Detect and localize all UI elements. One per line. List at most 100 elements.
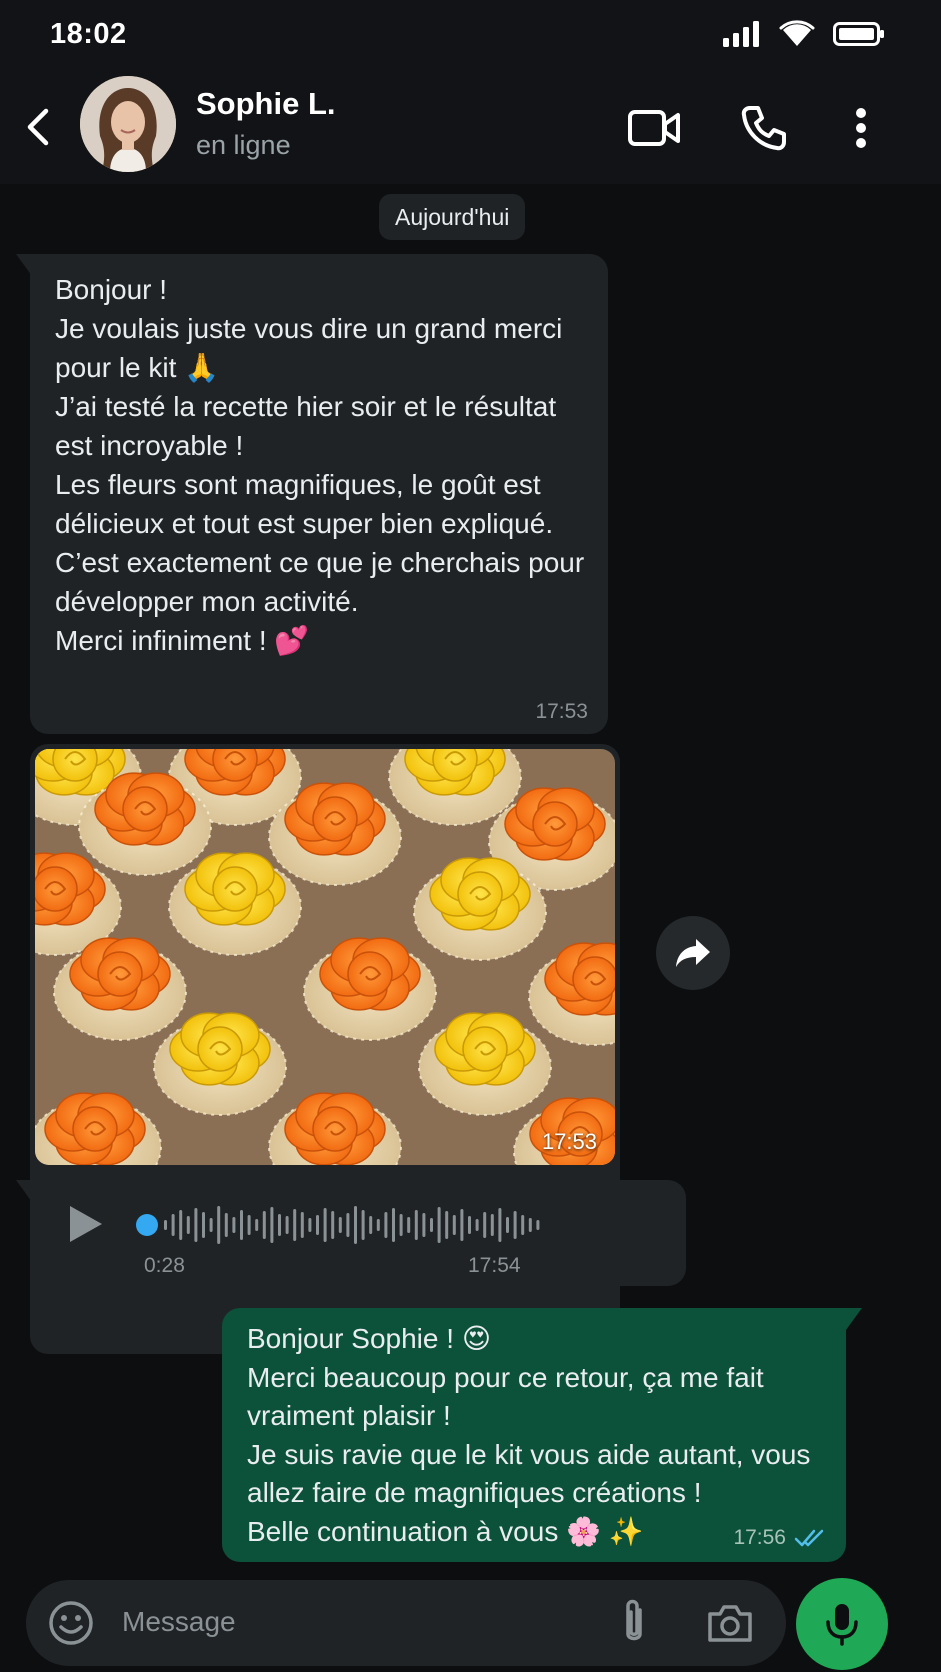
video-call-button[interactable] (626, 104, 682, 152)
waveform-bar (528, 1218, 532, 1232)
message-time: 17:53 (535, 700, 588, 723)
play-icon[interactable] (66, 1202, 106, 1246)
more-options-icon (856, 108, 866, 148)
back-arrow-icon (27, 108, 49, 146)
audio-waveform[interactable] (162, 1202, 562, 1248)
avatar-portrait (80, 76, 176, 172)
waveform-bar (422, 1213, 426, 1237)
waveform-bar (399, 1214, 403, 1236)
outgoing-text-message[interactable]: Bonjour Sophie ! 😍 Merci beaucoup pour c… (222, 1308, 846, 1562)
waveform-bar (232, 1217, 236, 1233)
waveform-bar (278, 1214, 281, 1236)
waveform-bar (483, 1212, 487, 1238)
waveform-bar (202, 1212, 205, 1238)
waveform-bar (209, 1218, 213, 1232)
input-bar: Message (0, 1574, 941, 1672)
message-text: Bonjour Sophie ! 😍 Merci beaucoup pour c… (247, 1323, 811, 1547)
waveform-bar (521, 1215, 525, 1235)
waveform-bar (490, 1214, 494, 1236)
waveform-bar (346, 1213, 350, 1237)
battery-icon (833, 22, 884, 46)
waveform-bar (186, 1216, 190, 1234)
playback-scrubber[interactable] (136, 1214, 158, 1236)
message-text: Bonjour ! Je voulais juste vous dire un … (55, 274, 585, 656)
message-image[interactable]: 17:53 (35, 749, 615, 1165)
waveform-bar (536, 1220, 540, 1230)
chat-header: Sophie L. en ligne (0, 72, 941, 184)
waveform-bar (506, 1217, 509, 1233)
waveform-bar (164, 1220, 167, 1230)
waveform-bar (224, 1213, 228, 1237)
waveform-bar (460, 1209, 464, 1241)
incoming-text-message[interactable]: Bonjour ! Je voulais juste vous dire un … (30, 254, 608, 734)
waveform-bar (338, 1217, 342, 1233)
waveform-bar (255, 1219, 259, 1231)
waveform-bar (194, 1208, 198, 1242)
bubble-tail (846, 1308, 862, 1330)
message-input[interactable]: Message (26, 1580, 786, 1666)
waveform-bar (445, 1211, 449, 1239)
waveform-bar (392, 1208, 395, 1242)
waveform-bar (384, 1212, 388, 1238)
waveform-bar (171, 1214, 175, 1236)
image-time: 17:53 (541, 1129, 597, 1154)
waveform-bar (407, 1217, 411, 1233)
more-options-button[interactable] (846, 102, 876, 154)
waveform-bar (316, 1215, 319, 1235)
waveform-bar (293, 1209, 297, 1241)
input-placeholder[interactable]: Message (122, 1606, 236, 1638)
voice-call-button[interactable] (738, 102, 790, 154)
waveform-bar (217, 1206, 221, 1244)
audio-time: 17:54 (468, 1254, 521, 1277)
waveform-bar (430, 1218, 433, 1232)
avatar[interactable] (80, 76, 176, 172)
signal-icon (723, 21, 759, 47)
waveform-bar (437, 1207, 441, 1243)
chat-screen: 18:02 Sophie L. en ligne Aujourd'hui Bon… (0, 0, 941, 1672)
waveform-bar (308, 1218, 312, 1232)
waveform-bar (513, 1211, 517, 1239)
video-call-icon (628, 110, 680, 146)
message-meta: 17:56 (733, 1526, 826, 1550)
status-bar: 18:02 (0, 0, 941, 72)
microphone-icon (826, 1604, 858, 1646)
waveform-bar (270, 1207, 274, 1243)
contact-status: en ligne (196, 130, 291, 160)
pastry-photo (35, 749, 615, 1165)
contact-name[interactable]: Sophie L. (196, 86, 336, 122)
attach-icon[interactable] (616, 1598, 652, 1648)
waveform-bar (285, 1216, 289, 1234)
back-button[interactable] (18, 102, 58, 152)
status-icons (721, 20, 885, 48)
camera-icon[interactable] (706, 1600, 754, 1646)
incoming-audio-message[interactable]: 0:28 17:54 (30, 1180, 686, 1286)
waveform-bar (240, 1210, 243, 1240)
chat-area[interactable]: Aujourd'hui Bonjour ! Je voulais juste v… (0, 184, 941, 1574)
waveform-bar (361, 1210, 365, 1240)
phone-call-icon (741, 106, 786, 151)
waveform-bar (331, 1211, 335, 1239)
emoji-icon[interactable] (48, 1600, 94, 1646)
waveform-bar (369, 1216, 373, 1234)
waveform-bar (247, 1215, 251, 1235)
waveform-bar (323, 1208, 327, 1242)
waveform-bar (354, 1206, 357, 1244)
waveform-bar (262, 1211, 266, 1239)
wifi-icon (779, 20, 815, 46)
forward-button[interactable] (656, 916, 730, 990)
waveform-bar (376, 1219, 380, 1231)
forward-icon (676, 939, 710, 967)
waveform-bar (468, 1216, 471, 1234)
audio-duration: 0:28 (144, 1254, 185, 1277)
waveform-bar (452, 1215, 456, 1235)
voice-record-button[interactable] (796, 1578, 888, 1670)
date-chip: Aujourd'hui (379, 194, 526, 240)
double-check-icon (794, 1529, 824, 1547)
waveform-bar (498, 1208, 502, 1242)
message-time: 17:56 (733, 1526, 786, 1549)
status-time: 18:02 (50, 18, 127, 50)
waveform-bar (179, 1210, 183, 1240)
waveform-bar (414, 1210, 418, 1240)
waveform-bar (300, 1212, 304, 1238)
waveform-bar (475, 1219, 479, 1231)
